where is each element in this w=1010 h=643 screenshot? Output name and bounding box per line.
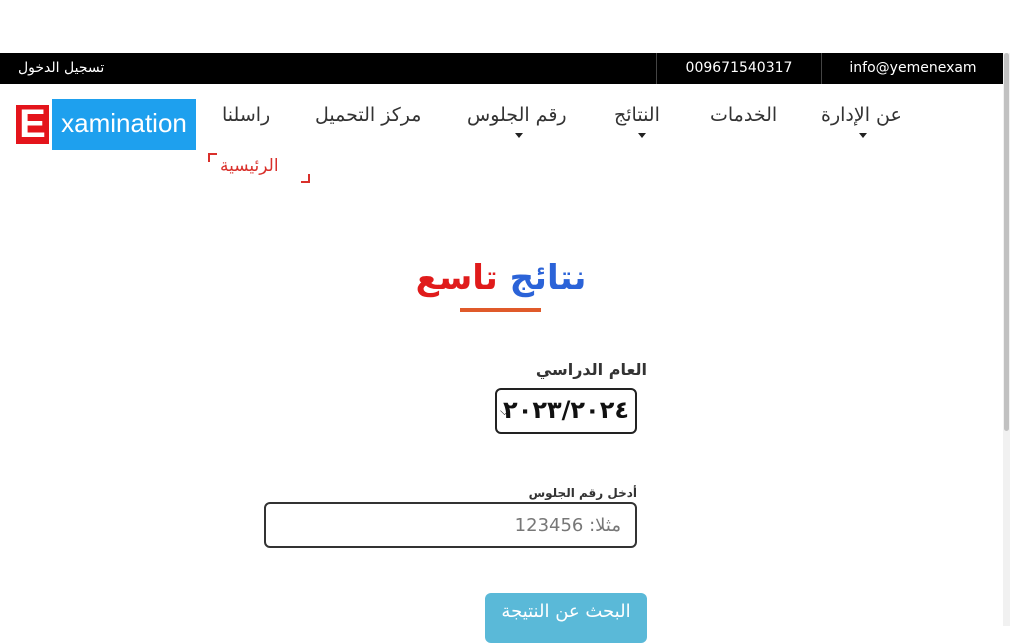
vertical-scrollbar[interactable] bbox=[1003, 53, 1010, 626]
page-title-part2: تاسع bbox=[415, 258, 498, 298]
academic-year-label: العام الدراسي bbox=[535, 360, 647, 379]
seat-number-input[interactable] bbox=[264, 502, 637, 548]
email-address: info@yemenexam bbox=[849, 60, 977, 76]
nav-item-services[interactable]: الخدمات bbox=[710, 104, 777, 126]
seat-number-label: أدخل رقم الجلوس bbox=[528, 486, 637, 500]
nav-item-home-label: الرئيسية bbox=[220, 156, 279, 176]
corner-bracket bbox=[301, 174, 310, 183]
phone-number: 009671540317 bbox=[656, 53, 822, 84]
academic-year-value: ٢٠٢٣/٢٠٢٤ bbox=[503, 396, 629, 424]
logo-letter: E bbox=[16, 104, 49, 144]
login-link[interactable]: تسجيل الدخول bbox=[18, 53, 104, 83]
corner-bracket bbox=[208, 153, 217, 162]
nav-item-label: راسلنا bbox=[222, 104, 271, 126]
title-underline bbox=[460, 308, 541, 312]
chevron-down-icon: ⌵ bbox=[500, 404, 510, 418]
nav-item-download-center[interactable]: مركز التحميل bbox=[315, 104, 421, 126]
nav-item-label: رقم الجلوس bbox=[467, 104, 567, 126]
nav-item-about[interactable]: عن الإدارة bbox=[821, 104, 902, 138]
chevron-down-icon bbox=[859, 133, 867, 138]
nav-item-results[interactable]: النتائج bbox=[614, 104, 660, 138]
nav-item-label: الخدمات bbox=[710, 104, 778, 126]
nav-item-label: النتائج bbox=[614, 104, 660, 126]
search-result-button[interactable]: البحث عن النتيجة bbox=[485, 593, 647, 643]
nav-item-home[interactable]: الرئيسية bbox=[208, 153, 310, 183]
page-title-part1: نتائج bbox=[509, 258, 587, 298]
nav-item-seat-number[interactable]: رقم الجلوس bbox=[467, 104, 567, 138]
scrollbar-thumb[interactable] bbox=[1004, 53, 1009, 431]
site-logo[interactable]: E xamination bbox=[16, 99, 196, 150]
top-contact-bar: تسجيل الدخول 009671540317 info@yemenexam bbox=[0, 53, 1003, 84]
nav-item-contact[interactable]: راسلنا bbox=[222, 104, 270, 126]
logo-word: xamination bbox=[52, 99, 196, 150]
nav-item-label: عن الإدارة bbox=[821, 104, 902, 126]
chevron-down-icon bbox=[638, 133, 646, 138]
chevron-down-icon bbox=[515, 133, 523, 138]
page-title: نتائج تاسع bbox=[410, 258, 592, 298]
academic-year-select[interactable]: ٢٠٢٣/٢٠٢٤ ⌵ bbox=[495, 388, 637, 434]
nav-item-label: مركز التحميل bbox=[315, 104, 422, 126]
